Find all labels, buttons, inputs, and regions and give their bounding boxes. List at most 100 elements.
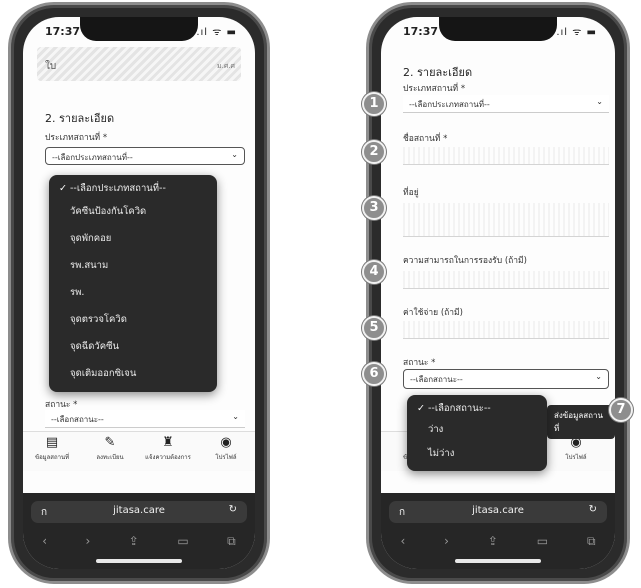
dropdown-option-placeholder[interactable]: ✓ --เลือกสถานะ-- (407, 400, 547, 418)
share-icon[interactable]: ⇪ (488, 534, 498, 549)
dropdown-option-label: --เลือกสถานะ-- (428, 403, 491, 414)
chevron-down-icon: ⌄ (596, 97, 603, 106)
dropdown-option-waiting-point[interactable]: จุดพักคอย (49, 225, 217, 252)
step-badge-2: 2 (362, 140, 386, 164)
notch (80, 17, 198, 41)
step-badge-6: 6 (362, 362, 386, 386)
back-icon[interactable]: ‹ (42, 534, 47, 549)
dropdown-option-unavailable[interactable]: ไม่ว่าง (407, 442, 547, 466)
place-type-select-value: --เลือกประเภทสถานที่-- (52, 153, 133, 162)
url-domain: jitasa.care (113, 505, 165, 516)
tabs-icon[interactable]: ⧉ (587, 534, 596, 549)
checkmark-icon: ✓ (417, 403, 425, 414)
home-indicator (455, 559, 541, 563)
chevron-down-icon: ⌄ (595, 372, 602, 381)
tab-register[interactable]: ✎ ลงทะเบียน (85, 432, 135, 471)
left-phone-frame: 17:37 .ıl ᯤ ▬ ใบ ม.ศ.ศ 2. รายละเอียด ประ… (8, 2, 270, 584)
dropdown-option-label: รพ. (70, 287, 85, 298)
dropdown-option-label: --เลือกประเภทสถานที่-- (70, 183, 166, 194)
address-input[interactable] (403, 203, 609, 237)
dropdown-option-covid-test[interactable]: จุดตรวจโควิด (49, 306, 217, 333)
tab-label: ข้อมูลสถานที่ (34, 454, 70, 461)
step-badge-5: 5 (362, 316, 386, 340)
dropdown-option-field-hospital[interactable]: รพ.สนาม (49, 252, 217, 279)
submit-button[interactable]: ส่งข้อมูลสถานที่ (547, 405, 615, 439)
dropdown-option-hospital[interactable]: รพ. (49, 279, 217, 306)
dropdown-option-oxygen[interactable]: จุดเติมออกซิเจน (49, 360, 217, 387)
chevron-down-icon: ⌄ (231, 150, 238, 159)
list-icon: ▤ (45, 435, 59, 450)
left-phone-screen: 17:37 .ıl ᯤ ▬ ใบ ม.ศ.ศ 2. รายละเอียด ประ… (23, 17, 255, 569)
status-time: 17:37 (45, 25, 81, 38)
dropdown-option-label: จุดตรวจโควิด (70, 314, 127, 325)
share-icon[interactable]: ⇪ (129, 534, 139, 549)
dropdown-option-label: วัคซีนป้องกันโควิด (70, 206, 147, 217)
place-name-label: ชื่อสถานที่ * (403, 134, 448, 144)
step-badge-4: 4 (362, 260, 386, 284)
browser-toolbar: ก jitasa.care ↻ ‹ › ⇪ ▭ ⧉ (381, 493, 615, 569)
capacity-input[interactable] (403, 271, 609, 289)
status-select-value: --เลือกสถานะ-- (410, 375, 463, 384)
reload-icon[interactable]: ↻ (229, 504, 237, 515)
status-select-value: --เลือกสถานะ-- (51, 415, 104, 424)
pen-icon: ✎ (104, 435, 116, 450)
bookmarks-icon[interactable]: ▭ (537, 534, 548, 549)
step-badge-1: 1 (362, 92, 386, 116)
place-type-dropdown-menu: ✓ --เลือกประเภทสถานที่-- วัคซีนป้องกันโคว… (49, 175, 217, 392)
status-label: สถานะ * (403, 358, 436, 368)
dropdown-option-vaccination-point[interactable]: จุดฉีดวัคซีน (49, 333, 217, 360)
status-dropdown-menu: ✓ --เลือกสถานะ-- ว่าง ไม่ว่าง (407, 395, 547, 471)
reload-icon[interactable]: ↻ (589, 504, 597, 515)
signal-wifi-battery-icon: .ıl ᯤ ▬ (196, 27, 237, 38)
place-type-select[interactable]: --เลือกประเภทสถานที่-- ⌄ (403, 95, 609, 113)
forward-icon[interactable]: › (86, 534, 91, 549)
capacity-label: ความสามารถในการรองรับ (ถ้ามี) (403, 256, 527, 266)
signal-wifi-battery-icon: .ıl ᯤ ▬ (556, 27, 597, 38)
dropdown-option-label: จุดฉีดวัคซีน (70, 341, 120, 352)
right-phone-screen: 17:37 .ıl ᯤ ▬ 2. รายละเอียด ประเภทสถานที… (381, 17, 615, 569)
notch (439, 17, 557, 41)
browser-nav-buttons: ‹ › ⇪ ▭ ⧉ (381, 534, 615, 549)
step-badge-7: 7 (609, 398, 633, 422)
right-phone-frame: 17:37 .ıl ᯤ ▬ 2. รายละเอียด ประเภทสถานที… (366, 2, 630, 584)
forward-icon[interactable]: › (444, 534, 449, 549)
request-icon: ♜ (162, 435, 174, 450)
dropdown-option-available[interactable]: ว่าง (407, 418, 547, 442)
place-name-input[interactable] (403, 147, 609, 165)
page-header-banner: ใบ ม.ศ.ศ (37, 47, 241, 81)
status-time: 17:37 (403, 25, 439, 38)
tab-label: ลงทะเบียน (96, 454, 124, 461)
dropdown-option-vaccine[interactable]: วัคซีนป้องกันโควิด (49, 198, 217, 225)
address-bar[interactable]: ก jitasa.care ↻ (31, 501, 247, 523)
dropdown-option-label: จุดเติมออกซิเจน (70, 368, 137, 379)
place-type-select-value: --เลือกประเภทสถานที่-- (409, 100, 490, 109)
tabs-icon[interactable]: ⧉ (227, 534, 236, 549)
url-domain: jitasa.care (472, 505, 524, 516)
status-label: สถานะ * (45, 400, 78, 410)
dropdown-option-label: ว่าง (428, 424, 444, 435)
dropdown-option-label: ไม่ว่าง (428, 448, 455, 459)
profile-icon: ◉ (220, 435, 232, 450)
dropdown-option-label: รพ.สนาม (70, 260, 109, 271)
tab-request[interactable]: ♜ แจ้งความต้องการ (143, 432, 193, 471)
address-bar[interactable]: ก jitasa.care ↻ (389, 501, 607, 523)
status-select[interactable]: --เลือกสถานะ-- ⌄ (45, 410, 245, 428)
place-type-select[interactable]: --เลือกประเภทสถานที่-- ⌄ (45, 147, 245, 165)
tab-place-info[interactable]: ▤ ข้อมูลสถานที่ (27, 432, 77, 471)
cost-input[interactable] (403, 321, 609, 339)
tab-profile[interactable]: ◉ โปรไฟล์ (201, 432, 251, 471)
chevron-down-icon: ⌄ (232, 412, 239, 421)
tab-label: แจ้งความต้องการ (145, 454, 191, 461)
dropdown-option-placeholder[interactable]: ✓ --เลือกประเภทสถานที่-- (49, 180, 217, 198)
header-right-text: ม.ศ.ศ (217, 62, 235, 70)
browser-toolbar: ก jitasa.care ↻ ‹ › ⇪ ▭ ⧉ (23, 493, 255, 569)
status-select[interactable]: --เลือกสถานะ-- ⌄ (403, 369, 609, 389)
tab-label: โปรไฟล์ (215, 454, 237, 461)
bookmarks-icon[interactable]: ▭ (177, 534, 188, 549)
section-title: 2. รายละเอียด (45, 112, 115, 125)
back-icon[interactable]: ‹ (400, 534, 405, 549)
place-type-label: ประเภทสถานที่ * (45, 133, 108, 143)
checkmark-icon: ✓ (59, 183, 67, 194)
cost-label: ค่าใช้จ่าย (ถ้ามี) (403, 308, 463, 318)
home-indicator (96, 559, 182, 563)
